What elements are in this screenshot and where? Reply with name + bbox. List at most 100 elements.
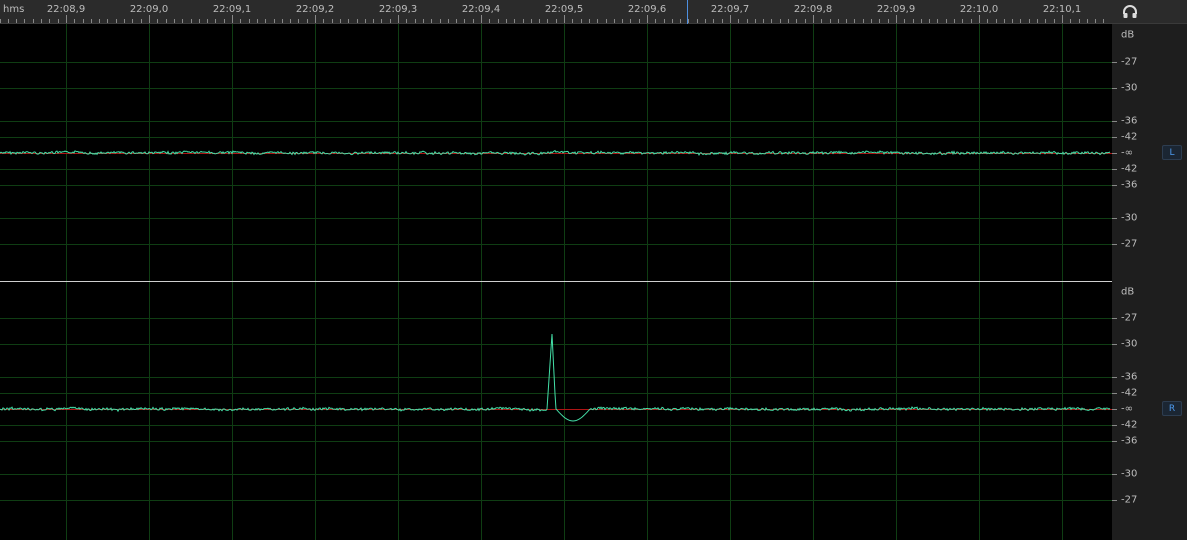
minor-tick — [182, 19, 183, 23]
db-tick — [1112, 153, 1117, 154]
minor-tick — [1045, 19, 1046, 23]
minor-tick — [771, 19, 772, 23]
minor-tick — [1004, 19, 1005, 23]
db-label: -30 — [1121, 468, 1138, 480]
minor-tick — [788, 19, 789, 23]
minor-tick — [1020, 19, 1021, 23]
minor-tick — [796, 19, 797, 23]
minor-tick — [74, 19, 75, 23]
minor-tick — [680, 19, 681, 23]
minor-tick — [514, 19, 515, 23]
minor-tick — [274, 19, 275, 23]
minor-tick — [58, 19, 59, 23]
minor-tick — [415, 19, 416, 23]
minor-tick — [1103, 19, 1104, 23]
minor-tick — [904, 19, 905, 23]
minor-tick — [224, 19, 225, 23]
major-tick — [896, 15, 897, 23]
minor-tick — [257, 19, 258, 23]
minor-tick — [929, 19, 930, 23]
minor-tick — [423, 19, 424, 23]
db-tick — [1112, 185, 1117, 186]
db-tick — [1112, 409, 1117, 410]
minor-tick — [24, 19, 25, 23]
minor-tick — [365, 19, 366, 23]
db-tick — [1112, 62, 1117, 63]
major-tick — [979, 15, 980, 23]
minor-tick — [655, 19, 656, 23]
db-tick — [1112, 218, 1117, 219]
minor-tick — [539, 19, 540, 23]
minor-tick — [390, 19, 391, 23]
minor-tick — [838, 19, 839, 23]
db-tick — [1112, 425, 1117, 426]
minor-tick — [290, 19, 291, 23]
db-label: -42 — [1121, 419, 1138, 431]
minor-tick — [755, 19, 756, 23]
minor-tick — [498, 19, 499, 23]
db-label: -36 — [1121, 115, 1138, 127]
time-ruler[interactable]: hms 22:08,9 22:09,0 22:09,1 22:09,2 22:09,3 2… — [0, 0, 1113, 24]
minor-tick — [954, 19, 955, 23]
minor-tick — [41, 19, 42, 23]
headphones-icon[interactable] — [1122, 4, 1138, 20]
channel-divider[interactable] — [0, 281, 1112, 282]
db-tick — [1112, 500, 1117, 501]
minor-tick — [697, 19, 698, 23]
channel-left-button[interactable]: L — [1162, 145, 1182, 160]
time-label: 22:09,3 — [378, 4, 418, 15]
db-label: -36 — [1121, 179, 1138, 191]
minor-tick — [357, 19, 358, 23]
db-label: -27 — [1121, 238, 1138, 250]
db-unit-label: dB — [1121, 29, 1135, 41]
minor-tick — [962, 19, 963, 23]
minor-tick — [464, 19, 465, 23]
waveform-display[interactable] — [0, 24, 1112, 540]
minor-tick — [763, 19, 764, 23]
minor-tick — [191, 19, 192, 23]
time-label: 22:10,0 — [959, 4, 999, 15]
minor-tick — [581, 19, 582, 23]
major-tick — [813, 15, 814, 23]
minor-tick — [863, 19, 864, 23]
minor-tick — [747, 19, 748, 23]
minor-tick — [199, 19, 200, 23]
ruler-corner — [1112, 0, 1187, 24]
minor-tick — [49, 19, 50, 23]
db-tick — [1112, 441, 1117, 442]
db-tick — [1112, 393, 1117, 394]
minor-tick — [91, 19, 92, 23]
db-label: -30 — [1121, 212, 1138, 224]
major-tick — [66, 15, 67, 23]
minor-tick — [805, 19, 806, 23]
major-tick — [315, 15, 316, 23]
major-tick — [1062, 15, 1063, 23]
channel-right-button[interactable]: R — [1162, 401, 1182, 416]
minor-tick — [1095, 19, 1096, 23]
db-unit-label: dB — [1121, 286, 1135, 298]
minor-tick — [116, 19, 117, 23]
minor-tick — [8, 19, 9, 23]
minor-tick — [265, 19, 266, 23]
minor-tick — [589, 19, 590, 23]
minor-tick — [913, 19, 914, 23]
db-label: -42 — [1121, 163, 1138, 175]
minor-tick — [688, 19, 689, 23]
db-label: -36 — [1121, 435, 1138, 447]
db-tick — [1112, 344, 1117, 345]
time-label: 22:09,4 — [461, 4, 501, 15]
minor-tick — [323, 19, 324, 23]
minor-tick — [240, 19, 241, 23]
time-label: 22:09,2 — [295, 4, 335, 15]
db-label: -∞ — [1121, 147, 1133, 159]
minor-tick — [174, 19, 175, 23]
minor-tick — [921, 19, 922, 23]
spectral-editor: hms 22:08,9 22:09,0 22:09,1 22:09,2 22:09,3 2… — [0, 0, 1187, 540]
minor-tick — [722, 19, 723, 23]
minor-tick — [132, 19, 133, 23]
minor-tick — [456, 19, 457, 23]
db-label: -27 — [1121, 494, 1138, 506]
time-label: 22:10,1 — [1042, 4, 1082, 15]
minor-tick — [630, 19, 631, 23]
minor-tick — [141, 19, 142, 23]
